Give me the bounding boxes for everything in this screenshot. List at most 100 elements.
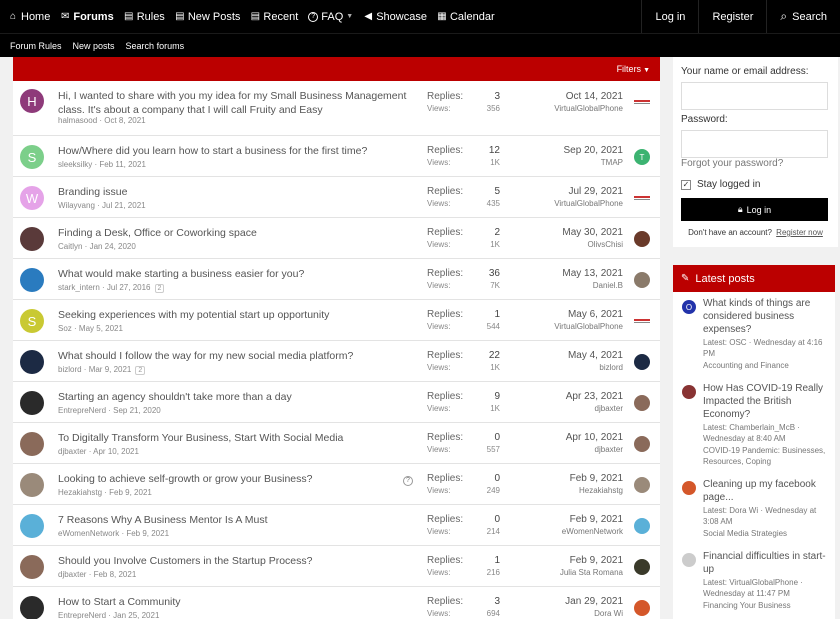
- thread-title[interactable]: Branding issue: [58, 185, 408, 199]
- last-post-user[interactable]: VirtualGlobalPhone: [554, 104, 623, 113]
- thread-author[interactable]: bizlord: [58, 365, 82, 374]
- thread-row[interactable]: What should I follow the way for my new …: [13, 341, 660, 382]
- avatar[interactable]: [20, 473, 44, 497]
- avatar[interactable]: W: [20, 186, 44, 210]
- thread-title[interactable]: How/Where did you learn how to start a b…: [58, 144, 408, 158]
- thread-start-date[interactable]: May 5, 2021: [79, 324, 123, 333]
- thread-author[interactable]: eWomenNetwork: [58, 529, 119, 538]
- thread-author[interactable]: djbaxter: [58, 570, 86, 579]
- avatar[interactable]: [682, 481, 696, 495]
- thread-row[interactable]: S How/Where did you learn how to start a …: [13, 136, 660, 177]
- thread-start-date[interactable]: Jan 25, 2021: [113, 611, 159, 619]
- avatar[interactable]: [20, 555, 44, 579]
- thread-start-date[interactable]: Jan 24, 2020: [90, 242, 136, 251]
- subnav-new-posts[interactable]: New posts: [73, 41, 115, 51]
- thread-title[interactable]: Finding a Desk, Office or Coworking spac…: [58, 226, 408, 240]
- thread-author[interactable]: EntrepreNerd: [58, 406, 106, 415]
- register-link[interactable]: Register: [698, 0, 766, 33]
- last-post-user[interactable]: TMAP: [601, 158, 623, 167]
- thread-author[interactable]: sleeksilky: [58, 160, 92, 169]
- latest-post-meta[interactable]: Latest: Chamberlain_McB · Wednesday at 8…: [703, 422, 831, 444]
- avatar[interactable]: [20, 350, 44, 374]
- thread-start-date[interactable]: Apr 10, 2021: [93, 447, 139, 456]
- latest-post-title[interactable]: Financial difficulties in start-up: [703, 550, 828, 576]
- avatar[interactable]: [20, 596, 44, 619]
- thread-row[interactable]: 7 Reasons Why A Business Mentor Is A Mus…: [13, 505, 660, 546]
- thread-author[interactable]: halmasood: [58, 116, 97, 125]
- last-poster-avatar[interactable]: [634, 313, 650, 329]
- thread-start-date[interactable]: Jul 27, 2016: [107, 283, 151, 292]
- last-post-user[interactable]: OlivsChisi: [587, 240, 623, 249]
- thread-author[interactable]: EntrepreNerd: [58, 611, 106, 619]
- last-poster-avatar[interactable]: [634, 231, 650, 247]
- stay-logged-in[interactable]: ✓ Stay logged in: [681, 179, 760, 190]
- last-poster-avatar[interactable]: [634, 272, 650, 288]
- register-now-link[interactable]: Register now: [776, 228, 823, 237]
- last-post-user[interactable]: eWomenNetwork: [562, 527, 623, 536]
- thread-author[interactable]: Wilayvang: [58, 201, 95, 210]
- last-post-date[interactable]: Jul 29, 2021: [569, 186, 624, 197]
- latest-post-forum[interactable]: Social Media Strategies: [703, 528, 831, 539]
- thread-title[interactable]: To Digitally Transform Your Business, St…: [58, 431, 408, 445]
- page-jump[interactable]: 2: [154, 284, 165, 293]
- avatar[interactable]: [682, 553, 696, 567]
- avatar[interactable]: [682, 385, 696, 399]
- thread-row[interactable]: What would make starting a business easi…: [13, 259, 660, 300]
- password-field[interactable]: [681, 130, 828, 158]
- thread-row[interactable]: To Digitally Transform Your Business, St…: [13, 423, 660, 464]
- login-button[interactable]: 🔒︎ Log in: [681, 198, 828, 221]
- avatar[interactable]: S: [20, 145, 44, 169]
- last-poster-avatar[interactable]: [634, 190, 650, 206]
- page-jump[interactable]: 2: [135, 366, 146, 375]
- thread-title[interactable]: Seeking experiences with my potential st…: [58, 308, 408, 322]
- thread-row[interactable]: Should you Involve Customers in the Star…: [13, 546, 660, 587]
- thread-title[interactable]: Hi, I wanted to share with you my idea f…: [58, 89, 408, 117]
- latest-post-meta[interactable]: Latest: VirtualGlobalPhone · Wednesday a…: [703, 577, 831, 599]
- thread-start-date[interactable]: Jul 21, 2021: [102, 201, 146, 210]
- avatar[interactable]: [20, 432, 44, 456]
- thread-author[interactable]: stark_intern: [58, 283, 100, 292]
- last-poster-avatar[interactable]: [634, 395, 650, 411]
- last-post-date[interactable]: Feb 9, 2021: [570, 555, 623, 566]
- thread-title[interactable]: Starting an agency shouldn't take more t…: [58, 390, 408, 404]
- last-post-user[interactable]: djbaxter: [595, 404, 623, 413]
- thread-title[interactable]: How to Start a Community: [58, 595, 408, 609]
- subnav-forum-rules[interactable]: Forum Rules: [10, 41, 62, 51]
- login-link[interactable]: Log in: [641, 0, 698, 33]
- thread-author[interactable]: djbaxter: [58, 447, 86, 456]
- last-post-date[interactable]: Apr 10, 2021: [566, 432, 623, 443]
- thread-row[interactable]: Looking to achieve self-growth or grow y…: [13, 464, 660, 505]
- last-poster-avatar[interactable]: [634, 94, 650, 110]
- latest-post-meta[interactable]: Latest: OSC · Wednesday at 4:16 PM: [703, 337, 831, 359]
- nav-new-posts[interactable]: ▤ New Posts: [175, 11, 240, 23]
- latest-post-forum[interactable]: COVID-19 Pandemic: Businesses, Resources…: [703, 445, 831, 467]
- thread-title[interactable]: Looking to achieve self-growth or grow y…: [58, 472, 408, 486]
- last-post-user[interactable]: Dora Wi: [594, 609, 623, 618]
- avatar[interactable]: [20, 514, 44, 538]
- username-field[interactable]: [681, 82, 828, 110]
- thread-row[interactable]: W Branding issue Wilayvang · Jul 21, 2021 R…: [13, 177, 660, 218]
- search-link[interactable]: ⌕ Search: [766, 0, 840, 33]
- latest-post-forum[interactable]: Financing Your Business: [703, 600, 831, 611]
- last-post-date[interactable]: May 4, 2021: [568, 350, 623, 361]
- nav-rules[interactable]: ▤ Rules: [124, 11, 165, 23]
- last-poster-avatar[interactable]: [634, 436, 650, 452]
- avatar[interactable]: S: [20, 309, 44, 333]
- last-poster-avatar[interactable]: T: [634, 149, 650, 165]
- avatar[interactable]: [20, 227, 44, 251]
- forgot-password-link[interactable]: Forgot your password?: [681, 158, 783, 169]
- last-post-date[interactable]: Apr 23, 2021: [566, 391, 623, 402]
- last-post-user[interactable]: Hezakiahstg: [579, 486, 623, 495]
- nav-showcase[interactable]: ◀ Showcase: [363, 11, 427, 23]
- latest-post-forum[interactable]: Accounting and Finance: [703, 360, 831, 371]
- checkbox-checked-icon[interactable]: ✓: [681, 179, 691, 190]
- thread-author[interactable]: Caitlyn: [58, 242, 82, 251]
- nav-calendar[interactable]: ▦ Calendar: [437, 11, 494, 23]
- thread-start-date[interactable]: Mar 9, 2021: [89, 365, 132, 374]
- thread-start-date[interactable]: Feb 9, 2021: [126, 529, 169, 538]
- thread-author[interactable]: Soz: [58, 324, 72, 333]
- last-post-user[interactable]: djbaxter: [595, 445, 623, 454]
- thread-title[interactable]: What would make starting a business easi…: [58, 267, 408, 281]
- nav-faq[interactable]: ? FAQ ▼: [308, 11, 353, 23]
- subnav-search-forums[interactable]: Search forums: [126, 41, 185, 51]
